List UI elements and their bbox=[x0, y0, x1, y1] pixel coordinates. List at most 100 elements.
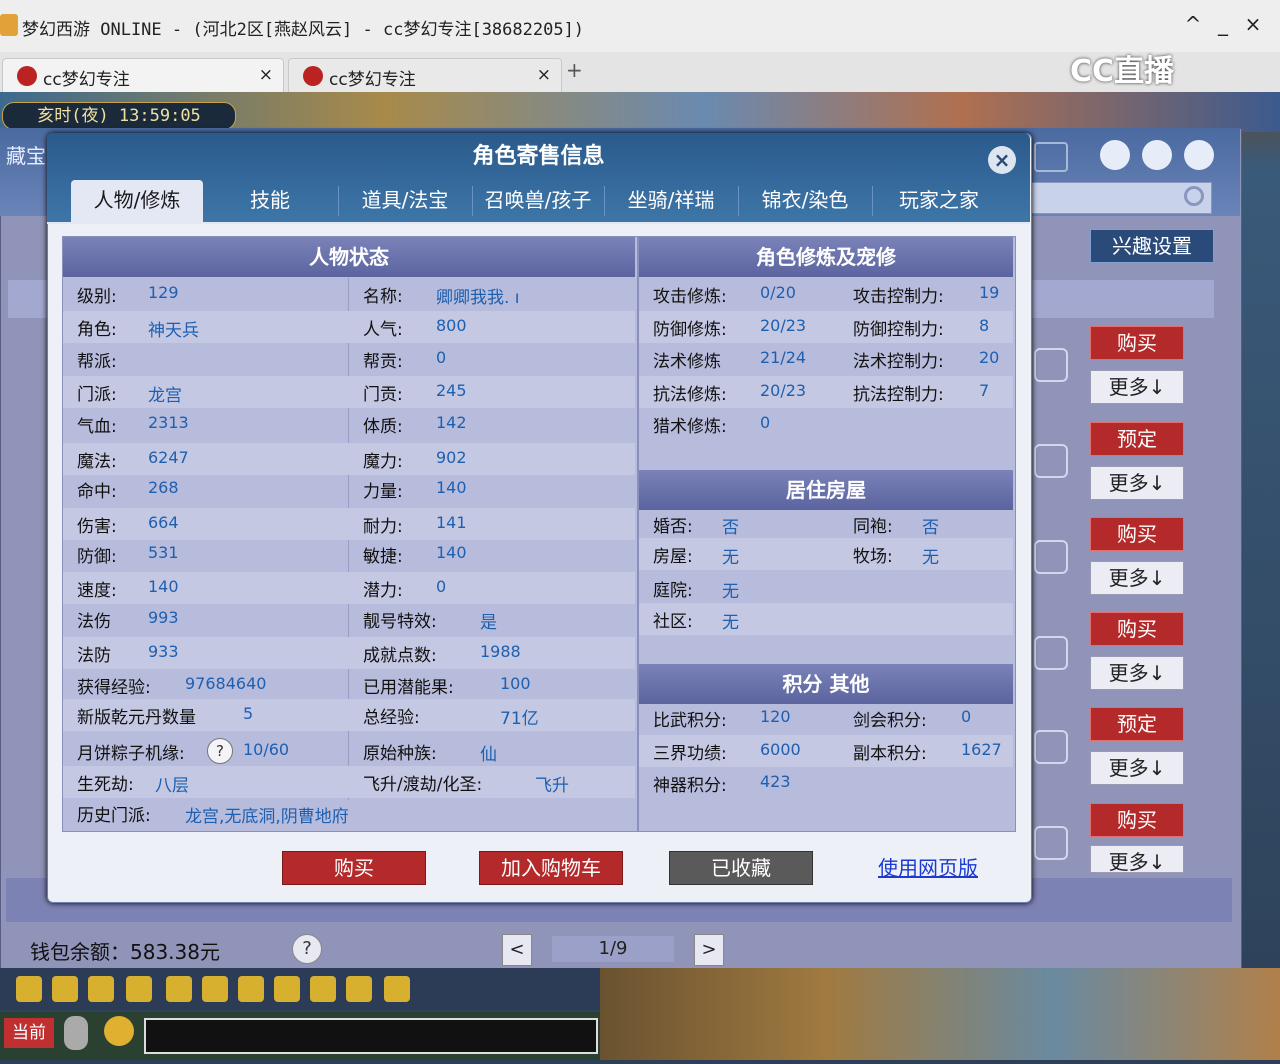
tab-divider bbox=[472, 186, 473, 216]
favorited-button[interactable]: 已收藏 bbox=[669, 851, 813, 885]
chat-channel[interactable]: 当前 bbox=[4, 1018, 54, 1048]
interest-settings-button[interactable]: 兴趣设置 bbox=[1090, 229, 1214, 263]
lock-icon[interactable] bbox=[238, 976, 264, 1002]
note-icon[interactable] bbox=[202, 976, 228, 1002]
points-value: 120 bbox=[760, 707, 791, 726]
status-value: 卿卿我我. ı bbox=[436, 288, 520, 308]
move-icon[interactable] bbox=[126, 976, 152, 1002]
buy-button[interactable]: 购买 bbox=[1090, 612, 1184, 646]
tab-character[interactable]: 人物/修炼 bbox=[71, 180, 203, 222]
arrow-down-icon[interactable] bbox=[88, 976, 114, 1002]
status-label: 魔法: bbox=[77, 452, 117, 472]
zoom-icon[interactable] bbox=[166, 976, 192, 1002]
status-value: 140 bbox=[436, 478, 467, 497]
search-input[interactable] bbox=[1020, 182, 1212, 214]
arrow-left-icon[interactable] bbox=[16, 976, 42, 1002]
cultivation-label: 法术控制力: bbox=[853, 352, 944, 372]
tab-player-home[interactable]: 玩家之家 bbox=[874, 180, 1004, 222]
tab-close-icon[interactable]: × bbox=[537, 65, 551, 85]
tab-favicon-icon bbox=[303, 66, 323, 86]
tab-close-icon[interactable]: × bbox=[259, 65, 273, 85]
cart-icon[interactable] bbox=[1034, 348, 1068, 382]
help-icon[interactable]: ? bbox=[207, 738, 233, 764]
tab-mounts[interactable]: 坐骑/祥瑞 bbox=[606, 180, 736, 222]
cart-icon[interactable] bbox=[1034, 540, 1068, 574]
prev-page-button[interactable]: < bbox=[502, 934, 532, 966]
cart-icon[interactable] bbox=[1034, 636, 1068, 670]
buy-button[interactable]: 购买 bbox=[1090, 326, 1184, 360]
dropdown-icon[interactable] bbox=[384, 976, 410, 1002]
minimize-circle-icon[interactable] bbox=[1100, 140, 1130, 170]
chat-bubble-icon[interactable] bbox=[310, 976, 336, 1002]
status-label: 角色: bbox=[77, 320, 117, 340]
close-window-button[interactable]: × bbox=[1240, 12, 1266, 36]
reserve-button[interactable]: 预定 bbox=[1090, 422, 1184, 456]
chat-input[interactable] bbox=[144, 1018, 598, 1054]
use-web-version-link[interactable]: 使用网页版 bbox=[878, 852, 978, 881]
settings-gear-icon[interactable] bbox=[1142, 140, 1172, 170]
points-label: 比武积分: bbox=[653, 711, 727, 731]
cultivation-value: 7 bbox=[979, 381, 990, 400]
tab-pets[interactable]: 召唤兽/孩子 bbox=[474, 180, 602, 222]
tab-skills[interactable]: 技能 bbox=[206, 180, 334, 222]
status-value: 飞升 bbox=[535, 776, 569, 796]
dialog-close-icon[interactable]: × bbox=[988, 146, 1016, 174]
points-label: 神器积分: bbox=[653, 776, 727, 796]
tab-outfits[interactable]: 锦衣/染色 bbox=[740, 180, 870, 222]
cultivation-label: 抗法修炼: bbox=[653, 385, 727, 405]
cart-icon[interactable] bbox=[1034, 444, 1068, 478]
status-label: 飞升/渡劫/化圣: bbox=[363, 775, 483, 795]
buy-button[interactable]: 购买 bbox=[1090, 803, 1184, 837]
status-value: 仙 bbox=[480, 745, 497, 765]
more-button[interactable]: 更多↓ bbox=[1090, 370, 1184, 404]
add-to-cart-button[interactable]: 加入购物车 bbox=[479, 851, 623, 885]
treasure-window-title: 藏宝 bbox=[6, 144, 46, 168]
more-button[interactable]: 更多↓ bbox=[1090, 656, 1184, 690]
cart-icon[interactable] bbox=[1034, 142, 1068, 172]
browser-tab-1[interactable]: cc梦幻专注 × bbox=[2, 58, 284, 93]
reserve-button[interactable]: 预定 bbox=[1090, 707, 1184, 741]
next-page-button[interactable]: > bbox=[694, 934, 724, 966]
more-button[interactable]: 更多↓ bbox=[1090, 466, 1184, 500]
maximize-button[interactable]: ^ bbox=[1180, 12, 1206, 36]
status-label: 气血: bbox=[77, 417, 117, 437]
cart-icon[interactable] bbox=[1034, 826, 1068, 860]
microphone-icon[interactable] bbox=[64, 1016, 88, 1050]
game-logo-icon bbox=[0, 14, 18, 36]
new-tab-button[interactable]: + bbox=[566, 58, 583, 82]
status-value: 八层 bbox=[155, 776, 189, 796]
tab-items[interactable]: 道具/法宝 bbox=[340, 180, 470, 222]
house-value: 无 bbox=[722, 582, 739, 602]
search-icon[interactable] bbox=[1184, 186, 1204, 206]
status-label: 已用潜能果: bbox=[363, 678, 454, 698]
close-circle-icon[interactable] bbox=[1184, 140, 1214, 170]
help-icon[interactable]: ? bbox=[292, 934, 322, 964]
status-value: 933 bbox=[148, 642, 179, 661]
cart-icon[interactable] bbox=[1034, 730, 1068, 764]
house-label: 牧场: bbox=[853, 547, 893, 567]
status-label: 名称: bbox=[363, 287, 403, 307]
more-button[interactable]: 更多↓ bbox=[1090, 751, 1184, 785]
status-label: 成就点数: bbox=[363, 646, 437, 666]
list-icon[interactable] bbox=[346, 976, 372, 1002]
status-value: 5 bbox=[243, 704, 254, 723]
buy-button[interactable]: 购买 bbox=[282, 851, 426, 885]
pen-icon[interactable] bbox=[274, 976, 300, 1002]
more-button[interactable]: 更多↓ bbox=[1090, 561, 1184, 595]
status-label: 总经验: bbox=[363, 708, 420, 728]
browser-tab-2[interactable]: cc梦幻专注 × bbox=[288, 58, 562, 93]
emoji-icon[interactable] bbox=[104, 1016, 134, 1046]
more-button[interactable]: 更多↓ bbox=[1090, 845, 1184, 873]
status-value: 268 bbox=[148, 478, 179, 497]
page-indicator: 1/9 bbox=[552, 936, 674, 962]
status-label: 命中: bbox=[77, 482, 117, 502]
cultivation-value: 20 bbox=[979, 348, 1000, 367]
cultivation-label: 防御控制力: bbox=[853, 320, 944, 340]
points-label: 剑会积分: bbox=[853, 711, 927, 731]
status-label: 敏捷: bbox=[363, 547, 403, 567]
arrow-up-icon[interactable] bbox=[52, 976, 78, 1002]
buy-button[interactable]: 购买 bbox=[1090, 517, 1184, 551]
minimize-button[interactable]: _ bbox=[1210, 12, 1236, 36]
status-label: 伤害: bbox=[77, 517, 117, 537]
skill-bar[interactable] bbox=[600, 968, 1280, 1060]
